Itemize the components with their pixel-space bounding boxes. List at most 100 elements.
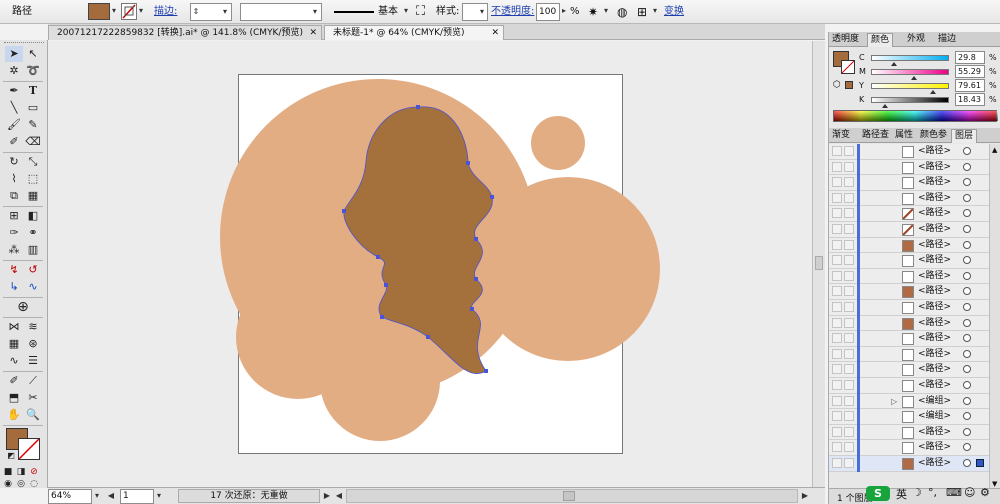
anchor-point[interactable] [376,255,380,259]
slider-track[interactable] [871,97,949,103]
small-circle[interactable] [531,116,585,170]
target-icon[interactable] [963,381,971,389]
shape-builder-icon[interactable]: ⧉ [5,188,23,204]
slider-y[interactable]: Y 79.61% [859,79,999,94]
scroll-up-icon[interactable]: ▲ [992,146,997,154]
lock-toggle[interactable] [844,395,854,406]
warp-b-icon[interactable]: ≋ [24,319,42,335]
selection-indicator[interactable] [976,459,984,467]
ime-logo-icon[interactable]: S [866,486,890,501]
target-icon[interactable] [963,256,971,265]
selection-tool-icon[interactable]: ➤ [5,46,23,62]
visibility-toggle[interactable] [832,239,842,250]
layer-row[interactable]: <路径> [829,440,1000,457]
lock-toggle[interactable] [844,224,854,234]
visibility-toggle[interactable] [832,364,842,375]
layer-row[interactable]: <路径> [829,237,1000,254]
direct-selection-tool-icon[interactable]: ↖ [24,46,42,62]
layer-row[interactable]: <路径> [829,222,1000,238]
rotate-tool-icon[interactable]: ↻ [5,154,23,170]
visibility-toggle[interactable] [832,442,842,453]
lock-toggle[interactable] [844,348,854,359]
bottom-circle[interactable] [320,321,440,441]
visibility-toggle[interactable] [832,380,842,390]
anchor-point[interactable] [426,335,430,339]
target-icon[interactable] [963,225,971,233]
opacity-link[interactable]: 不透明度: [491,3,534,21]
right-circle[interactable] [476,177,660,361]
blend-tool-icon[interactable]: ⚭ [24,225,42,241]
warp-tool-icon[interactable]: ⌇ [5,171,23,187]
type-tool-icon[interactable]: T [24,83,42,99]
target-icon[interactable] [963,443,971,452]
target-icon[interactable] [963,162,971,171]
page-dropdown-icon[interactable]: ▾ [154,489,164,503]
target-icon[interactable] [963,412,971,421]
layer-row[interactable]: <路径> [829,331,1000,348]
target-icon[interactable] [963,334,971,343]
visibility-toggle[interactable] [832,192,842,203]
scroll-right-icon[interactable]: ▶ [800,489,810,503]
channel-value-input[interactable]: 29.8 [955,51,985,64]
status-menu-icon[interactable]: ▶ [322,489,332,503]
draw-behind-icon[interactable]: ◎ [15,476,27,492]
default-colors-icon[interactable]: ◩ [2,448,20,464]
mesh-tool-icon[interactable]: ⊞ [5,208,23,224]
slider-c[interactable]: C 29.8% [859,51,999,66]
graphic-style-swatch[interactable]: ▾ [462,3,488,21]
layer-row[interactable]: <路径> [829,424,1000,441]
tab-gradient[interactable]: 渐变 [829,129,853,143]
target-icon[interactable] [963,271,971,280]
tab-transparency[interactable]: 透明度 [829,33,862,47]
close-icon[interactable]: ✕ [309,26,317,40]
keyboard-icon[interactable]: ⌨ [946,486,962,499]
horizontal-scrollbar[interactable] [346,489,798,503]
lock-toggle[interactable] [844,411,854,422]
visibility-toggle[interactable] [832,270,842,281]
first-page-icon[interactable]: ◀ [106,489,116,503]
target-icon[interactable] [963,240,971,249]
target-icon[interactable] [963,349,971,358]
anchor-point[interactable] [416,105,420,109]
paintbrush-icon[interactable]: 🖌 [5,117,23,133]
layer-row[interactable]: <路径> [829,300,1000,316]
slider-track[interactable] [871,69,949,75]
column-graph-icon[interactable]: ▥ [24,242,42,258]
target-icon[interactable] [963,287,971,296]
scroll-thumb[interactable] [563,491,575,501]
layer-row[interactable]: <路径> [829,159,1000,176]
color-spectrum[interactable] [833,110,998,122]
anchor-point[interactable] [470,307,474,311]
visibility-toggle[interactable] [832,146,842,156]
slider-thumb[interactable] [882,104,889,108]
blob-brush-icon[interactable]: ✐ [5,134,23,150]
tab-document-2[interactable]: 未标题-1* @ 64% (CMYK/预览) ✕ [324,25,504,40]
target-icon[interactable] [963,396,971,405]
channel-value-input[interactable]: 79.61 [955,79,985,92]
anchor-point[interactable] [380,315,384,319]
target-icon[interactable] [963,365,971,374]
layer-row[interactable]: <编组> [829,409,1000,426]
custom-tool-b-icon[interactable]: ↺ [24,262,42,278]
layer-row[interactable]: <路径> [829,284,1000,301]
custom-tool-c-icon[interactable]: ↳ [5,279,23,295]
rectangle-tool-icon[interactable]: ▭ [24,100,42,116]
user-icon[interactable]: ☺ [964,486,975,499]
tab-document-1[interactable]: 20071217222859832 [转换].ai* @ 141.8% (CMY… [48,25,322,40]
visibility-toggle[interactable] [832,224,842,234]
target-icon[interactable] [963,427,971,436]
reference-point-icon[interactable]: ⊞ [637,3,647,21]
recolor-dropdown-icon[interactable]: ▾ [602,3,610,19]
lock-toggle[interactable] [844,364,854,375]
stroke-weight-field[interactable]: ⇕ ▾ [190,3,232,21]
lock-toggle[interactable] [844,317,854,328]
lock-toggle[interactable] [844,208,854,219]
layer-row[interactable]: <路径> [829,315,1000,332]
lock-toggle[interactable] [844,146,854,156]
tab-pathfinder[interactable]: 路径查 [859,129,892,143]
visibility-toggle[interactable] [832,286,842,297]
layers-scrollbar[interactable]: ▲ ▼ [989,144,1000,490]
opacity-dropdown-icon[interactable]: ▸ [560,3,568,19]
graph-b-icon[interactable]: ∿ [5,353,23,369]
visibility-toggle[interactable] [832,177,842,188]
